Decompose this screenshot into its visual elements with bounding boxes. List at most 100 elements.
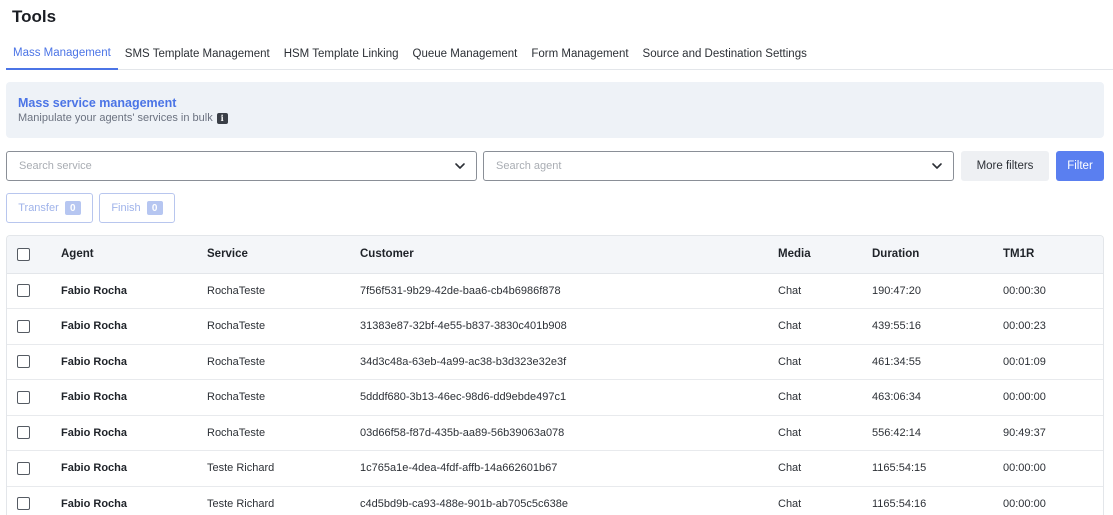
table-row[interactable]: Fabio Rocha RochaTeste 03d66f58-f87d-435… — [7, 415, 1103, 451]
tab-sms-template-management[interactable]: SMS Template Management — [118, 38, 277, 69]
tools-page: Tools Mass Management SMS Template Manag… — [0, 0, 1113, 515]
tab-queue-management[interactable]: Queue Management — [406, 38, 525, 69]
agent-cell: Fabio Rocha — [61, 450, 207, 487]
transfer-button[interactable]: Transfer 0 — [6, 193, 93, 223]
chevron-down-icon[interactable] — [454, 160, 466, 172]
filter-button[interactable]: Filter — [1056, 151, 1104, 181]
customer-cell: 5dddf680-3b13-46ec-98d6-dd9ebde497c1 — [360, 379, 778, 416]
banner-title: Mass service management — [18, 96, 177, 110]
agent-cell: Fabio Rocha — [61, 379, 207, 416]
finish-button[interactable]: Finish 0 — [99, 193, 175, 223]
service-cell: Teste Richard — [207, 486, 360, 515]
tm1r-cell: 00:00:00 — [1003, 379, 1103, 416]
service-cell: RochaTeste — [207, 379, 360, 416]
duration-cell: 439:55:16 — [872, 308, 1003, 345]
row-select-cell — [7, 308, 61, 345]
services-table: Agent Service Customer Media Duration TM… — [6, 235, 1104, 515]
more-filters-button[interactable]: More filters — [961, 151, 1049, 181]
row-select-cell — [7, 344, 61, 380]
tm1r-cell: 00:00:30 — [1003, 273, 1103, 309]
media-cell: Chat — [778, 450, 872, 487]
customer-cell: 7f56f531-9b29-42de-baa6-cb4b6986f878 — [360, 273, 778, 309]
agent-cell: Fabio Rocha — [61, 308, 207, 345]
page-title: Tools — [12, 7, 57, 26]
duration-cell: 190:47:20 — [872, 273, 1003, 309]
customer-cell: 1c765a1e-4dea-4fdf-affb-14a662601b67 — [360, 450, 778, 487]
service-cell: RochaTeste — [207, 308, 360, 345]
duration-cell: 1165:54:15 — [872, 450, 1003, 487]
table-row[interactable]: Fabio Rocha Teste Richard 1c765a1e-4dea-… — [7, 450, 1103, 487]
column-header-media[interactable]: Media — [778, 236, 872, 274]
tm1r-cell: 00:00:00 — [1003, 450, 1103, 487]
info-banner: Mass service management Manipulate your … — [6, 82, 1104, 138]
column-header-tm1r[interactable]: TM1R — [1003, 236, 1103, 274]
select-all-cell — [7, 236, 61, 274]
customer-cell: 03d66f58-f87d-435b-aa89-56b39063a078 — [360, 415, 778, 451]
finish-count-badge: 0 — [146, 201, 163, 215]
table-row[interactable]: Fabio Rocha RochaTeste 34d3c48a-63eb-4a9… — [7, 344, 1103, 380]
transfer-count-badge: 0 — [64, 201, 81, 215]
customer-cell: 31383e87-32bf-4e55-b837-3830c401b908 — [360, 308, 778, 345]
agent-select[interactable] — [483, 151, 954, 181]
media-cell: Chat — [778, 379, 872, 416]
chevron-down-icon[interactable] — [931, 160, 943, 172]
agent-cell: Fabio Rocha — [61, 415, 207, 451]
finish-label: Finish — [111, 202, 141, 214]
banner-subtitle-text: Manipulate your agents' services in bulk — [18, 112, 213, 124]
agent-cell: Fabio Rocha — [61, 344, 207, 380]
table-row[interactable]: Fabio Rocha RochaTeste 7f56f531-9b29-42d… — [7, 273, 1103, 309]
row-select-cell — [7, 379, 61, 416]
column-header-service[interactable]: Service — [207, 236, 360, 274]
row-checkbox[interactable] — [17, 319, 30, 333]
column-header-agent[interactable]: Agent — [61, 236, 207, 274]
row-checkbox[interactable] — [17, 284, 30, 298]
tm1r-cell: 00:00:23 — [1003, 308, 1103, 345]
row-checkbox[interactable] — [17, 390, 30, 404]
tab-mass-management[interactable]: Mass Management — [6, 38, 118, 70]
banner-subtitle: Manipulate your agents' services in bulk… — [18, 112, 228, 124]
duration-cell: 461:34:55 — [872, 344, 1003, 380]
table-row[interactable]: Fabio Rocha RochaTeste 5dddf680-3b13-46e… — [7, 379, 1103, 416]
transfer-label: Transfer — [18, 202, 59, 214]
duration-cell: 463:06:34 — [872, 379, 1003, 416]
tab-hsm-template-linking[interactable]: HSM Template Linking — [277, 38, 406, 69]
row-checkbox[interactable] — [17, 497, 30, 511]
duration-cell: 556:42:14 — [872, 415, 1003, 451]
agent-cell: Fabio Rocha — [61, 273, 207, 309]
row-select-cell — [7, 486, 61, 515]
service-cell: RochaTeste — [207, 344, 360, 380]
customer-cell: 34d3c48a-63eb-4a99-ac38-b3d323e32e3f — [360, 344, 778, 380]
table-row[interactable]: Fabio Rocha RochaTeste 31383e87-32bf-4e5… — [7, 308, 1103, 345]
table-row[interactable]: Fabio Rocha Teste Richard c4d5bd9b-ca93-… — [7, 486, 1103, 515]
row-select-cell — [7, 450, 61, 487]
table-header-row: Agent Service Customer Media Duration TM… — [7, 236, 1103, 274]
row-select-cell — [7, 415, 61, 451]
media-cell: Chat — [778, 308, 872, 345]
select-all-checkbox[interactable] — [17, 247, 30, 261]
media-cell: Chat — [778, 273, 872, 309]
column-header-customer[interactable]: Customer — [360, 236, 778, 274]
tm1r-cell: 00:01:09 — [1003, 344, 1103, 380]
info-icon[interactable]: i — [216, 112, 228, 124]
tab-form-management[interactable]: Form Management — [524, 38, 635, 69]
media-cell: Chat — [778, 415, 872, 451]
customer-cell: c4d5bd9b-ca93-488e-901b-ab705c5c638e — [360, 486, 778, 515]
service-cell: RochaTeste — [207, 415, 360, 451]
search-agent-input[interactable] — [496, 152, 953, 180]
media-cell: Chat — [778, 486, 872, 515]
tab-bar: Mass Management SMS Template Management … — [6, 38, 1113, 70]
row-select-cell — [7, 273, 61, 309]
row-checkbox[interactable] — [17, 461, 30, 475]
tab-source-destination-settings[interactable]: Source and Destination Settings — [636, 38, 814, 69]
service-cell: RochaTeste — [207, 273, 360, 309]
duration-cell: 1165:54:16 — [872, 486, 1003, 515]
service-cell: Teste Richard — [207, 450, 360, 487]
row-checkbox[interactable] — [17, 355, 30, 369]
row-checkbox[interactable] — [17, 426, 30, 440]
service-select[interactable] — [6, 151, 477, 181]
search-service-input[interactable] — [19, 152, 476, 180]
media-cell: Chat — [778, 344, 872, 380]
column-header-duration[interactable]: Duration — [872, 236, 1003, 274]
agent-cell: Fabio Rocha — [61, 486, 207, 515]
tm1r-cell: 00:00:00 — [1003, 486, 1103, 515]
